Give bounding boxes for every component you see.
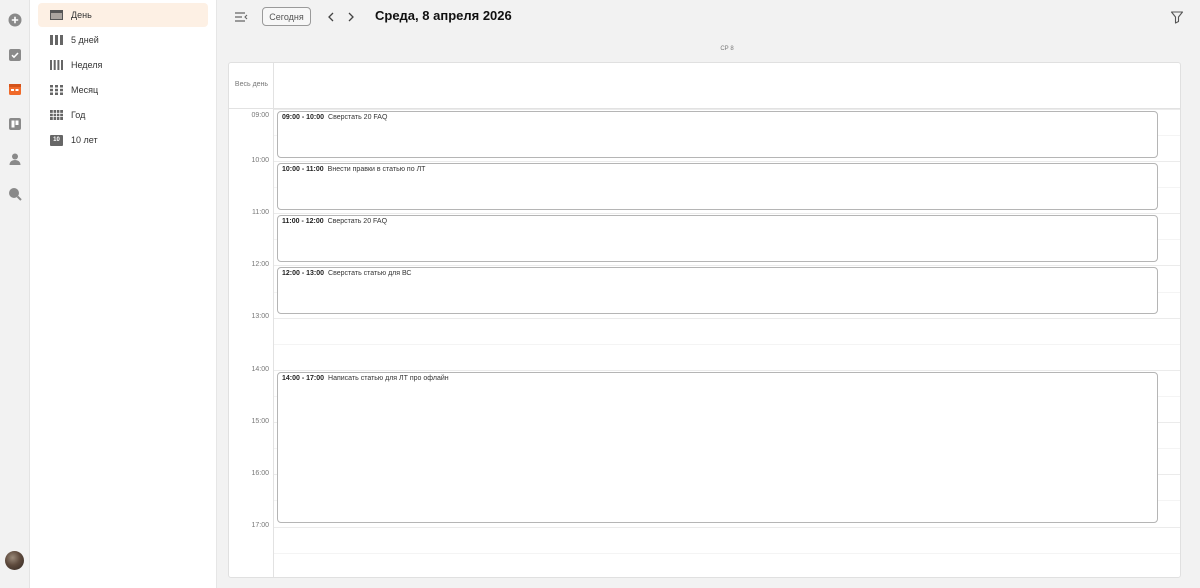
collapse-menu-icon[interactable] — [233, 9, 249, 25]
event-time: 11:00 - 12:00 — [282, 218, 324, 225]
event-title: Сверстать 20 FAQ — [328, 114, 388, 121]
week-view-icon — [50, 60, 63, 71]
event-card[interactable]: 10:00 - 11:00 Внести правки в статью по Л… — [277, 163, 1158, 210]
all-day-row[interactable]: Весь день — [229, 63, 1180, 109]
hour-label: 11:00 — [252, 209, 269, 216]
view-item-label: 5 дней — [71, 35, 99, 45]
event-title: Внести правки в статью по ЛТ — [327, 166, 426, 173]
view-item-label: Год — [71, 110, 86, 120]
hour-label: 13:00 — [251, 313, 269, 320]
view-item-label: Неделя — [71, 60, 103, 70]
view-item-year[interactable]: Год — [38, 103, 208, 127]
five-days-view-icon — [50, 35, 63, 46]
event-card[interactable]: 11:00 - 12:00 Сверстать 20 FAQ — [277, 215, 1158, 262]
event-card[interactable]: 14:00 - 17:00 Написать статью для ЛТ про … — [277, 372, 1158, 523]
view-item-label: Месяц — [71, 85, 99, 95]
avatar[interactable] — [5, 551, 24, 570]
event-time: 10:00 - 11:00 — [282, 166, 324, 173]
view-item-label: 10 лет — [71, 135, 98, 145]
hour-line — [274, 161, 1180, 162]
filter-icon[interactable] — [1170, 10, 1184, 24]
decade-view-icon: 10 — [50, 134, 63, 146]
calendar-main: Сегодня Среда, 8 апреля 2026 СР 8 Весь д… — [217, 0, 1200, 588]
hour-label: 16:00 — [251, 470, 269, 477]
search-icon[interactable] — [7, 186, 23, 202]
view-item-month[interactable]: Месяц — [38, 78, 208, 102]
toolbar: Сегодня Среда, 8 апреля 2026 — [217, 0, 1200, 36]
board-icon[interactable] — [7, 116, 23, 132]
event-title: Сверстать статью для ВС — [328, 270, 412, 277]
half-hour-line — [274, 344, 1180, 345]
chevron-right-icon — [348, 12, 354, 22]
hour-label: 10:00 — [251, 157, 269, 164]
hour-label: 12:00 — [251, 261, 269, 268]
hour-line — [274, 527, 1180, 528]
view-item-5-days[interactable]: 5 дней — [38, 28, 208, 52]
view-item-label: День — [71, 10, 92, 20]
view-switcher: День 5 дней Неделя Месяц Год 10 10 лет — [30, 0, 217, 588]
event-title: Сверстать 20 FAQ — [327, 218, 388, 225]
event-card[interactable]: 12:00 - 13:00 Сверстать статью для ВС — [277, 267, 1158, 314]
hour-line — [274, 213, 1180, 214]
event-card[interactable]: 09:00 - 10:00 Сверстать 20 FAQ — [277, 111, 1158, 158]
page-title: Среда, 8 апреля 2026 — [375, 8, 512, 23]
hour-line — [274, 109, 1180, 110]
event-time: 12:00 - 13:00 — [282, 270, 325, 277]
hour-label: 15:00 — [251, 418, 269, 425]
day-view-icon — [50, 10, 63, 21]
day-column-header: СР 8 — [720, 46, 734, 52]
hour-line — [274, 370, 1180, 371]
hour-label: 14:00 — [251, 366, 269, 373]
tasks-icon[interactable] — [7, 47, 23, 63]
event-time: 14:00 - 17:00 — [282, 375, 325, 382]
calendar-icon[interactable] — [7, 81, 23, 97]
chevron-left-icon — [328, 12, 334, 22]
event-time: 09:00 - 10:00 — [282, 114, 325, 121]
hour-line — [274, 265, 1180, 266]
app-rail — [0, 0, 30, 588]
hour-label: 09:00 — [251, 112, 269, 119]
contacts-icon[interactable] — [7, 151, 23, 167]
next-day-button[interactable] — [344, 9, 358, 25]
event-title: Написать статью для ЛТ про офлайн — [328, 375, 449, 382]
view-item-week[interactable]: Неделя — [38, 53, 208, 77]
today-button[interactable]: Сегодня — [262, 7, 311, 26]
hour-line — [274, 318, 1180, 319]
add-icon[interactable] — [7, 12, 23, 28]
view-item-10-years[interactable]: 10 10 лет — [38, 128, 208, 152]
year-view-icon — [50, 110, 63, 121]
day-grid: Весь день 09:00 10:00 11:00 12:00 13:00 … — [228, 62, 1181, 578]
hour-label: 17:00 — [251, 522, 269, 529]
prev-day-button[interactable] — [324, 9, 338, 25]
time-column — [229, 63, 274, 577]
month-view-icon — [50, 85, 63, 96]
half-hour-line — [274, 553, 1180, 554]
view-item-day[interactable]: День — [38, 3, 208, 27]
